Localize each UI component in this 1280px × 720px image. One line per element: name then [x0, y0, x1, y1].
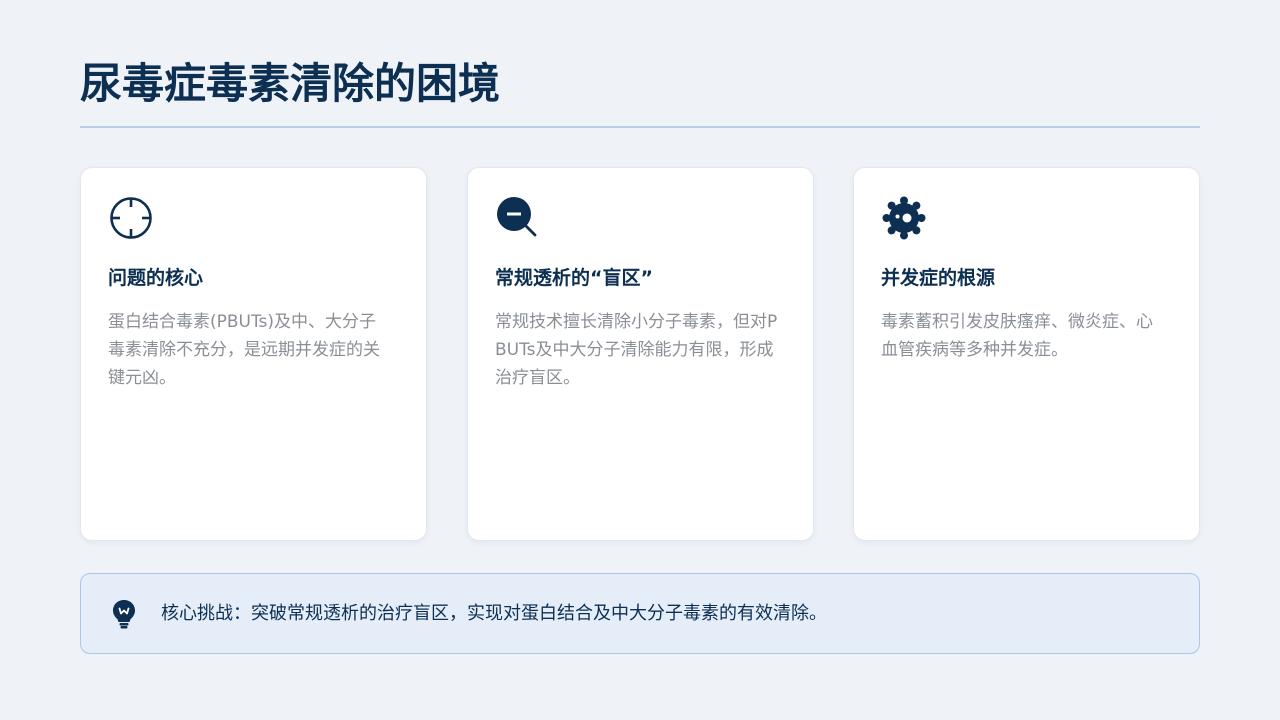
card-complication-root: 并发症的根源 毒素蓄积引发皮肤瘙痒、微炎症、心血管疾病等多种并发症。	[853, 167, 1200, 541]
page-title: 尿毒症毒素清除的困境	[80, 59, 501, 108]
callout-text: 核心挑战：突破常规透析的治疗盲区，实现对蛋白结合及中大分子毒素的有效清除。	[161, 603, 827, 624]
card-body: 蛋白结合毒素(PBUTs)及中、大分子毒素清除不充分，是远期并发症的关键元凶。	[108, 312, 380, 388]
core-challenge-callout: 核心挑战：突破常规透析的治疗盲区，实现对蛋白结合及中大分子毒素的有效清除。	[80, 573, 1200, 654]
card-dialysis-blind-spot: 常规透析的“盲区” 常规技术擅长清除小分子毒素，但对PBUTs及中大分子清除能力…	[467, 167, 814, 541]
card-title: 常规透析的“盲区”	[495, 267, 653, 289]
lightbulb-icon	[113, 600, 135, 629]
card-problem-core: 问题的核心 蛋白结合毒素(PBUTs)及中、大分子毒素清除不充分，是远期并发症的…	[80, 167, 427, 541]
search-minus-icon	[497, 197, 537, 237]
card-title: 问题的核心	[108, 267, 204, 289]
card-body: 毒素蓄积引发皮肤瘙痒、微炎症、心血管疾病等多种并发症。	[881, 312, 1153, 360]
card-title: 并发症的根源	[881, 267, 996, 289]
slide: 尿毒症毒素清除的困境 问题的核心 蛋白结合毒素(PBUTs)及中、大分子毒素清除…	[0, 0, 1280, 720]
virus-icon	[882, 196, 926, 240]
card-body: 常规技术擅长清除小分子毒素，但对PBUTs及中大分子清除能力有限，形成治疗盲区。	[495, 312, 778, 388]
title-divider	[80, 126, 1200, 128]
crosshair-icon	[110, 197, 152, 239]
